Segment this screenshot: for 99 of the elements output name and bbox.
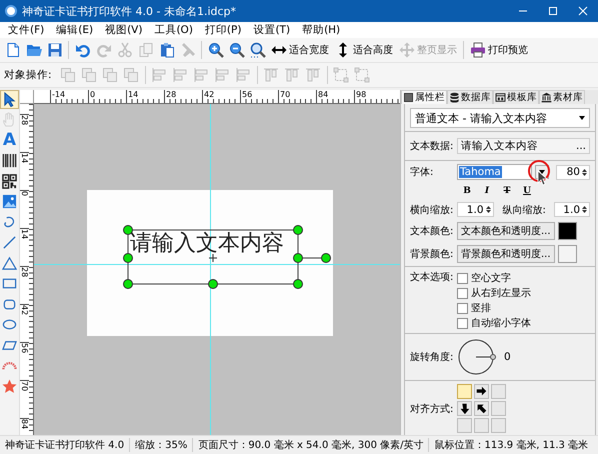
alignment-cell[interactable] xyxy=(491,418,506,433)
highlight-circle xyxy=(527,159,551,183)
ruler-label: 84 xyxy=(316,90,328,99)
field-label: 文本颜色: xyxy=(410,224,454,238)
bank-building-icon xyxy=(541,92,552,103)
object-dropdown[interactable]: 普通文本 - 请输入文本内容 xyxy=(410,108,590,128)
menu-item[interactable]: 工具(O) xyxy=(148,23,199,37)
ruler-label: 98 xyxy=(354,90,366,99)
italic-button[interactable]: I xyxy=(480,185,494,197)
menu-item[interactable]: 文件(F) xyxy=(2,23,50,37)
panel-tab[interactable]: 模板库 xyxy=(493,90,539,104)
alignment-cell[interactable] xyxy=(474,384,489,399)
print-button[interactable]: 打印预览 xyxy=(467,40,531,60)
ruler-label: 28 xyxy=(20,114,29,126)
arrow-icon xyxy=(475,385,488,398)
status-text: 缩放：35% xyxy=(130,438,194,452)
ruler-label: 56 xyxy=(20,342,29,354)
ruler-label: 28 xyxy=(164,90,176,99)
menu-item[interactable]: 编辑(E) xyxy=(50,23,100,37)
panel-tab[interactable]: 素材库 xyxy=(539,90,585,104)
checkbox-option[interactable]: 自动缩小字体 xyxy=(410,316,590,330)
ruler-label: -14 xyxy=(50,90,66,99)
status-text: 鼠标位置：113.9 毫米, 11.3 毫米 xyxy=(433,438,590,452)
ruler-label: 28 xyxy=(20,266,29,278)
toolbar-label: 对象操作: xyxy=(4,68,52,82)
ruler-label: 70 xyxy=(278,90,290,99)
menu-item[interactable]: 打印(P) xyxy=(198,23,248,37)
menu-item[interactable]: 视图(V) xyxy=(99,23,148,37)
barcode-icon[interactable] xyxy=(0,152,19,170)
field-label: 字体: xyxy=(410,166,434,179)
alignment-cell[interactable] xyxy=(491,401,506,416)
scale-field[interactable]: 1.0 xyxy=(554,202,590,217)
pointer-icon[interactable] xyxy=(0,90,19,108)
arrow-icon xyxy=(458,402,471,415)
ruler-label: 42 xyxy=(20,304,29,316)
alignment-cell[interactable] xyxy=(457,418,472,433)
template-icon xyxy=(495,92,506,103)
color-swatch[interactable] xyxy=(558,222,577,240)
fit-width-button[interactable]: 适合宽度 xyxy=(268,40,332,60)
field-label: 背景颜色: xyxy=(410,248,454,261)
color-swatch[interactable] xyxy=(558,245,577,263)
arrow-icon xyxy=(475,402,488,415)
scale-field[interactable]: 1.0 xyxy=(457,202,494,217)
underline-button[interactable]: U xyxy=(520,185,534,197)
field-label: 横向缩放: xyxy=(410,204,454,216)
printer-icon xyxy=(470,42,486,58)
checkbox-option[interactable]: 竖排 xyxy=(410,301,590,315)
spin-arrows-icon xyxy=(582,205,587,214)
field-label: 对齐方式: xyxy=(410,402,454,416)
alignment-cell[interactable] xyxy=(457,384,472,399)
spin-arrows-icon xyxy=(486,205,490,214)
field-label: 旋转角度: xyxy=(410,350,454,364)
ruler-label: 42 xyxy=(202,90,214,99)
panel-square-icon xyxy=(403,92,414,103)
move-arrows-icon xyxy=(399,42,415,58)
font-field[interactable]: Tahoma xyxy=(457,164,532,180)
qr-code-icon[interactable] xyxy=(0,172,19,190)
ruler-label: 0 xyxy=(20,190,29,196)
selection-frame[interactable] xyxy=(122,224,334,292)
app-icon xyxy=(5,5,17,17)
field-label: 文本数据: xyxy=(410,140,454,153)
cursor-icon xyxy=(537,170,549,186)
rotation-value: 0 xyxy=(504,351,511,363)
fit-height-button[interactable]: 适合高度 xyxy=(332,40,396,60)
panel-tab[interactable]: 属性栏 xyxy=(401,90,447,104)
spin-arrows-icon xyxy=(582,168,587,176)
menu-item[interactable]: 设置(T) xyxy=(247,23,296,37)
ruler-label: 84 xyxy=(20,418,29,430)
caret-icon xyxy=(539,170,546,174)
bold-button[interactable]: B xyxy=(460,185,474,197)
ruler-label: 56 xyxy=(240,90,252,99)
database-icon xyxy=(449,92,460,103)
color-button[interactable]: 背景颜色和透明度... xyxy=(457,245,555,263)
triangle-icon[interactable] xyxy=(0,254,19,272)
field-label: 文本选项: xyxy=(410,270,454,284)
ruler-label: 14 xyxy=(20,228,29,240)
text-data-field[interactable]: 请输入文本内容 ... xyxy=(457,138,590,154)
strike-button[interactable]: T xyxy=(500,185,514,197)
field-label: 纵向缩放: xyxy=(502,204,547,216)
caret-icon xyxy=(579,116,585,120)
ruler-label: 14 xyxy=(126,90,138,99)
checkbox-option[interactable]: 从右到左显示 xyxy=(410,286,590,300)
window-title: 神奇证卡证书打印软件 4.0 - 未命名1.idcp* xyxy=(22,4,238,18)
menu-item[interactable]: 帮助(H) xyxy=(296,23,346,37)
panel-tab[interactable]: 数据库 xyxy=(447,90,493,104)
ruler-label: 14 xyxy=(20,152,29,164)
ruler-label: 0 xyxy=(88,90,96,99)
text-tool[interactable]: A xyxy=(0,131,19,150)
alignment-cell[interactable] xyxy=(457,401,472,416)
color-button[interactable]: 文本颜色和透明度... xyxy=(457,222,555,240)
alignment-cell[interactable] xyxy=(491,384,506,399)
image-icon[interactable] xyxy=(0,192,19,211)
status-text: 页面尺寸：90.0 毫米 x 54.0 毫米, 300 像素/英寸 xyxy=(193,438,430,452)
star-icon[interactable] xyxy=(0,377,19,396)
ruler-label: 70 xyxy=(20,380,29,392)
status-text: 神奇证卡证书打印软件 4.0 xyxy=(0,438,130,452)
font-size-field[interactable]: 80 xyxy=(556,164,590,180)
alignment-cell[interactable] xyxy=(474,418,489,433)
alignment-cell[interactable] xyxy=(474,401,489,416)
